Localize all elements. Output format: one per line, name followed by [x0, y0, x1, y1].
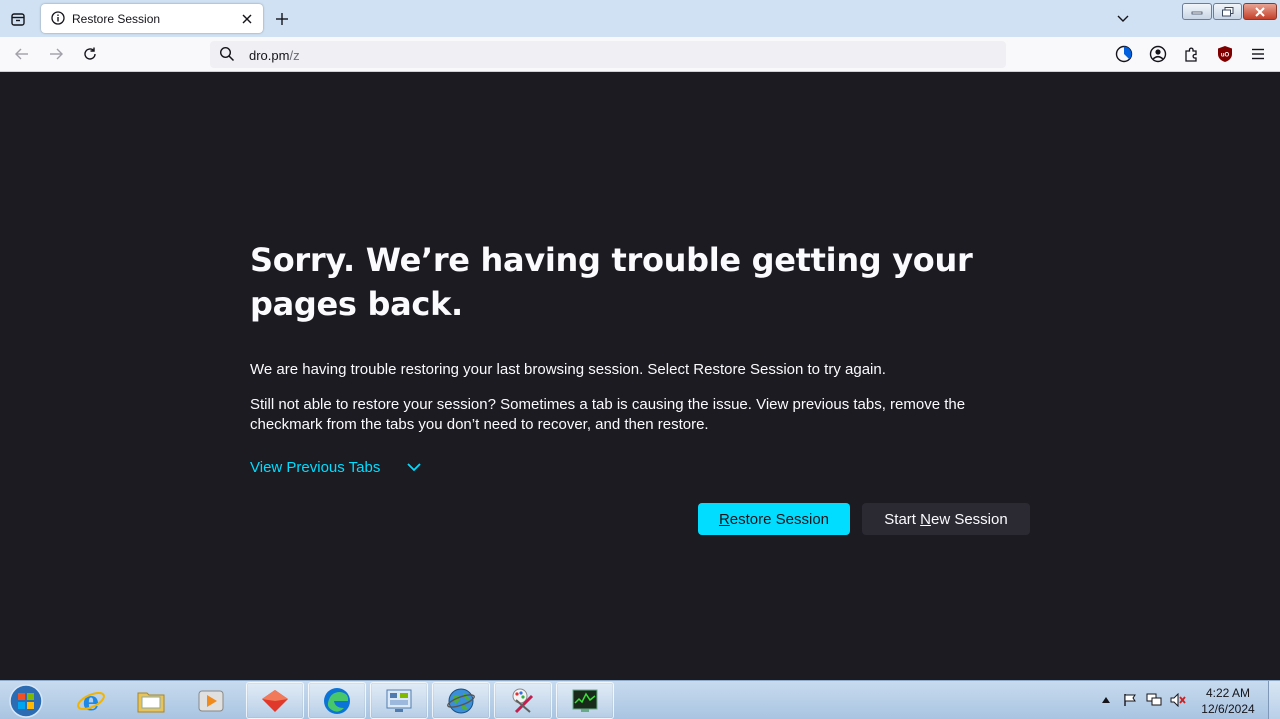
forward-arrow-icon[interactable] [44, 42, 68, 66]
ublock-origin-shield-icon[interactable]: uO [1213, 42, 1237, 66]
start-orb-icon[interactable] [4, 682, 48, 719]
back-arrow-icon[interactable] [10, 42, 34, 66]
volume-muted-icon[interactable] [1170, 692, 1186, 708]
url-text: dro.pm/z [249, 48, 300, 63]
windows-taskbar: e 4:22 AM 12/6/2024 [0, 680, 1280, 719]
tab-title: Restore Session [72, 12, 161, 26]
account-icon[interactable] [1146, 42, 1170, 66]
url-path: /z [289, 48, 300, 63]
view-previous-tabs-label: View Previous Tabs [250, 458, 381, 476]
window-close-button[interactable] [1243, 3, 1277, 20]
extensions-puzzle-icon[interactable] [1180, 42, 1204, 66]
internet-explorer-icon[interactable]: e [62, 682, 120, 719]
network-monitor-icon[interactable] [1146, 692, 1162, 708]
show-hidden-icons-arrow-icon[interactable] [1098, 692, 1114, 708]
reload-icon[interactable] [78, 42, 102, 66]
svg-text:uO: uO [1221, 53, 1230, 59]
hamburger-menu-icon[interactable] [1246, 42, 1270, 66]
chevron-down-icon [406, 462, 422, 472]
search-icon [219, 46, 235, 67]
pocket-timer-icon[interactable] [1112, 42, 1136, 66]
close-tab-icon[interactable] [237, 9, 257, 29]
show-desktop-button[interactable] [1268, 681, 1280, 719]
restore-session-button[interactable]: Restore Session [698, 503, 850, 535]
new-tab-plus-icon[interactable] [271, 8, 293, 30]
description-text: We are having trouble restoring your las… [250, 361, 886, 378]
action-center-flag-icon[interactable] [1122, 692, 1138, 708]
window-restore-button[interactable] [1213, 3, 1242, 20]
svg-text:e: e [83, 687, 100, 716]
paint-tools-icon[interactable] [494, 682, 552, 719]
help-text: Still not able to restore your session? … [250, 396, 966, 433]
url-host: dro.pm [249, 48, 290, 63]
tab-restore-session[interactable]: Restore Session [41, 4, 263, 33]
task-manager-icon[interactable] [556, 682, 614, 719]
page-content: Sorry. We’re having trouble getting your… [0, 72, 1280, 680]
firefox-taskbar-icon[interactable] [246, 682, 304, 719]
edge-icon[interactable] [308, 682, 366, 719]
clock-time: 4:22 AM [1205, 686, 1251, 700]
control-panel-icon[interactable] [370, 682, 428, 719]
window-minimize-button[interactable] [1182, 3, 1212, 20]
clock-date: 12/6/2024 [1201, 702, 1255, 716]
info-icon [51, 11, 65, 30]
page-title: Sorry. We’re having trouble getting your… [250, 241, 973, 323]
start-new-session-button[interactable]: Start New Session [862, 503, 1030, 535]
file-explorer-folder-icon[interactable] [122, 682, 180, 719]
media-player-icon[interactable] [182, 682, 240, 719]
clock[interactable]: 4:22 AM 12/6/2024 [1196, 685, 1260, 717]
tab-list-icon[interactable] [6, 7, 30, 31]
url-bar[interactable]: dro.pm/z [210, 41, 1006, 68]
navigation-toolbar: dro.pm/z uO [0, 37, 1280, 72]
network-globe-icon[interactable] [432, 682, 490, 719]
list-all-tabs-chevron-icon[interactable] [1113, 9, 1133, 29]
view-previous-tabs-toggle[interactable]: View Previous Tabs [250, 456, 422, 478]
tab-strip: Restore Session [0, 0, 1280, 37]
